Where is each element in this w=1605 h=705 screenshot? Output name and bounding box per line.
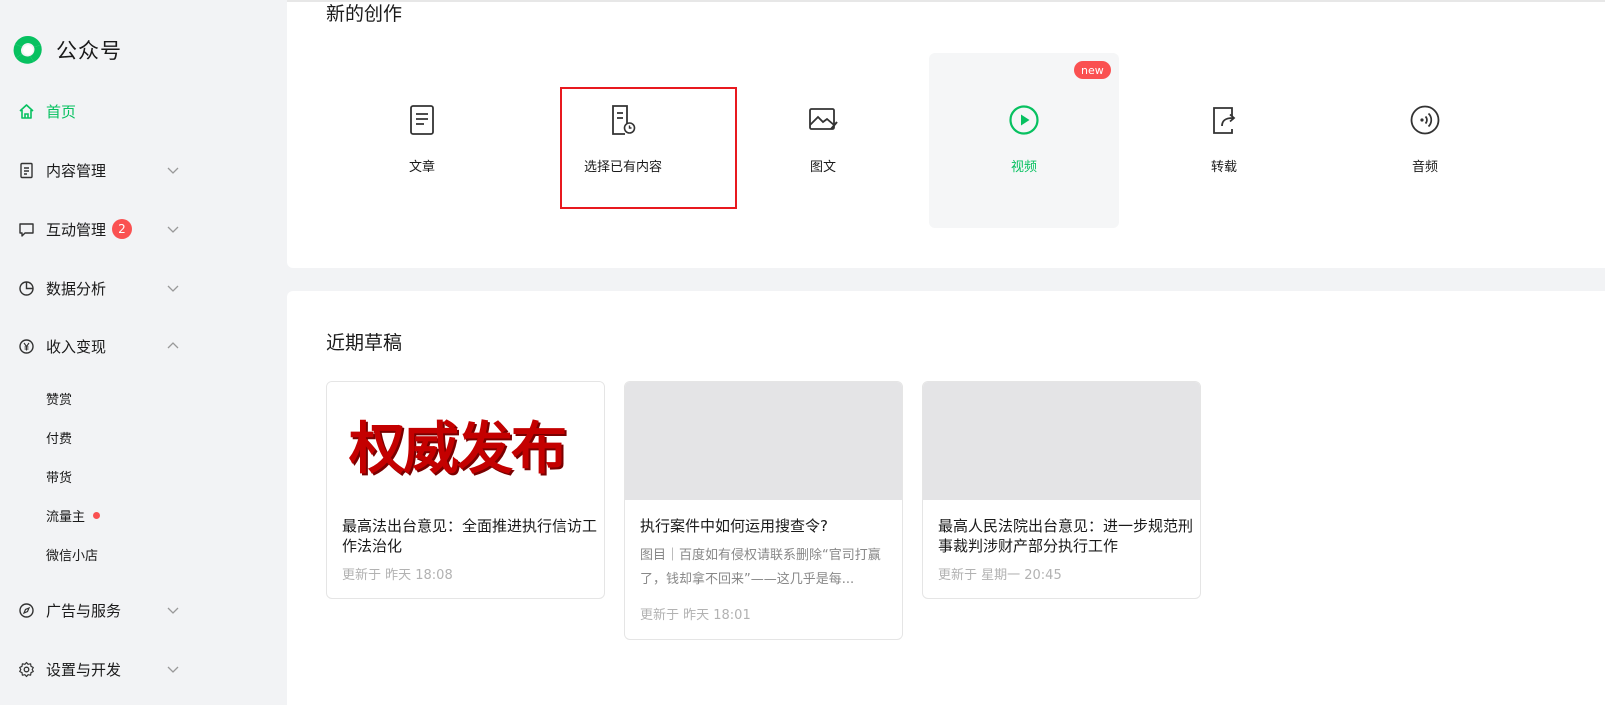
play-icon bbox=[1009, 105, 1039, 135]
drafts-section-title: 近期草稿 bbox=[326, 332, 403, 354]
sidebar-item-label: 数据分析 bbox=[46, 279, 107, 298]
create-audio-button[interactable]: 音频 bbox=[1330, 53, 1520, 228]
draft-updated-time: 更新于 昨天 18:08 bbox=[342, 568, 453, 583]
pie-chart-icon bbox=[18, 280, 35, 297]
app-name: 公众号 bbox=[56, 39, 122, 63]
create-item-label: 音频 bbox=[1411, 160, 1438, 175]
chevron-down-icon bbox=[167, 607, 179, 614]
create-image-text-button[interactable]: 图文 bbox=[728, 53, 918, 228]
sidebar-item-label: 首页 bbox=[46, 102, 77, 121]
compass-icon bbox=[18, 602, 35, 619]
chevron-up-icon bbox=[167, 342, 179, 349]
chevron-down-icon bbox=[167, 226, 179, 233]
sidebar-item-home[interactable]: 首页 bbox=[0, 91, 287, 131]
create-repost-button[interactable]: 转载 bbox=[1129, 53, 1319, 228]
notification-dot bbox=[93, 511, 101, 519]
sidebar-subitem-traffic-host[interactable]: 流量主 bbox=[46, 505, 101, 525]
draft-card[interactable]: 执行案件中如何运用搜查令? 图目｜百度如有侵权请联系删除“官司打赢了，钱却拿不回… bbox=[624, 381, 903, 640]
draft-description: 图目｜百度如有侵权请联系删除“官司打赢了，钱却拿不回来”——这几乎是每... bbox=[640, 548, 881, 587]
thumbnail-text: 权威发布 bbox=[349, 417, 567, 482]
document-icon bbox=[18, 162, 35, 179]
sidebar-item-content-management[interactable]: 内容管理 bbox=[0, 150, 287, 190]
image-text-icon bbox=[809, 108, 838, 130]
draft-updated-time: 更新于 星期一 20:45 bbox=[938, 568, 1062, 583]
draft-title: 最高人民法院出台意见：进一步规范刑事裁判涉财产部分执行工作 bbox=[938, 517, 1194, 555]
new-badge: new bbox=[1074, 61, 1111, 79]
sidebar-item-label: 内容管理 bbox=[46, 161, 107, 180]
sidebar-subitem-goods[interactable]: 带货 bbox=[46, 466, 72, 486]
select-existing-content-button[interactable]: 选择已有内容 bbox=[528, 53, 718, 228]
chevron-down-icon bbox=[167, 285, 179, 292]
article-icon bbox=[410, 105, 434, 135]
sidebar-item-label: 广告与服务 bbox=[46, 601, 122, 620]
sidebar-item-ads-services[interactable]: 广告与服务 bbox=[0, 590, 287, 630]
gear-icon bbox=[18, 661, 35, 678]
create-article-button[interactable]: 文章 bbox=[327, 53, 517, 228]
draft-updated-time: 更新于 昨天 18:01 bbox=[640, 608, 751, 623]
create-item-label: 选择已有内容 bbox=[583, 160, 662, 175]
sidebar-item-interaction[interactable]: 互动管理 2 bbox=[0, 209, 287, 249]
divider bbox=[287, 0, 1605, 2]
draft-card[interactable]: 权威发布 最高法出台意见：全面推进执行信访工作法治化 更新于 昨天 18:08 bbox=[326, 381, 605, 599]
sidebar-subitem-wechat-store[interactable]: 微信小店 bbox=[46, 544, 98, 564]
chat-icon bbox=[18, 221, 35, 238]
yen-icon bbox=[18, 338, 35, 355]
wechat-mp-logo-icon bbox=[13, 35, 42, 64]
sidebar-subitem-label: 流量主 bbox=[46, 509, 86, 525]
create-panel: 新的创作 文章 选择已有内容 图文 new 视频 转载 音频 bbox=[287, 0, 1605, 268]
audio-icon bbox=[1410, 105, 1440, 135]
draft-thumbnail bbox=[923, 382, 1200, 500]
draft-title: 最高法出台意见：全面推进执行信访工作法治化 bbox=[342, 517, 598, 555]
chevron-down-icon bbox=[167, 167, 179, 174]
create-item-label: 转载 bbox=[1210, 160, 1237, 175]
draft-title: 执行案件中如何运用搜查令? bbox=[640, 517, 828, 535]
sidebar-item-label: 设置与开发 bbox=[46, 660, 122, 679]
draft-thumbnail: 权威发布 bbox=[327, 382, 604, 500]
sidebar-item-data-analysis[interactable]: 数据分析 bbox=[0, 268, 287, 308]
draft-card[interactable]: 最高人民法院出台意见：进一步规范刑事裁判涉财产部分执行工作 更新于 星期一 20… bbox=[922, 381, 1201, 599]
chevron-down-icon bbox=[167, 666, 179, 673]
create-item-label: 视频 bbox=[1010, 160, 1037, 175]
create-item-label: 文章 bbox=[408, 160, 435, 175]
repost-icon bbox=[1213, 107, 1236, 134]
sidebar: 公众号 首页 内容管理 互动管理 2 数据分析 收入变现 赞赏 付费 带货 流量… bbox=[0, 0, 287, 705]
history-doc-icon bbox=[612, 105, 636, 135]
home-icon bbox=[18, 103, 35, 120]
draft-thumbnail bbox=[625, 382, 902, 500]
sidebar-item-monetization[interactable]: 收入变现 bbox=[0, 326, 287, 366]
sidebar-subitem-paid[interactable]: 付费 bbox=[46, 427, 72, 447]
create-item-label: 图文 bbox=[809, 160, 836, 175]
sidebar-subitem-appreciate[interactable]: 赞赏 bbox=[46, 388, 72, 408]
drafts-panel: 近期草稿 权威发布 最高法出台意见：全面推进执行信访工作法治化 更新于 昨天 1… bbox=[287, 291, 1605, 705]
create-video-button[interactable]: new 视频 bbox=[929, 53, 1119, 228]
notification-badge: 2 bbox=[112, 219, 132, 239]
create-section-title: 新的创作 bbox=[326, 3, 403, 25]
sidebar-item-label: 收入变现 bbox=[46, 337, 107, 356]
logo[interactable]: 公众号 bbox=[12, 34, 122, 66]
sidebar-item-settings-dev[interactable]: 设置与开发 bbox=[0, 649, 287, 689]
sidebar-item-label: 互动管理 bbox=[46, 220, 107, 239]
